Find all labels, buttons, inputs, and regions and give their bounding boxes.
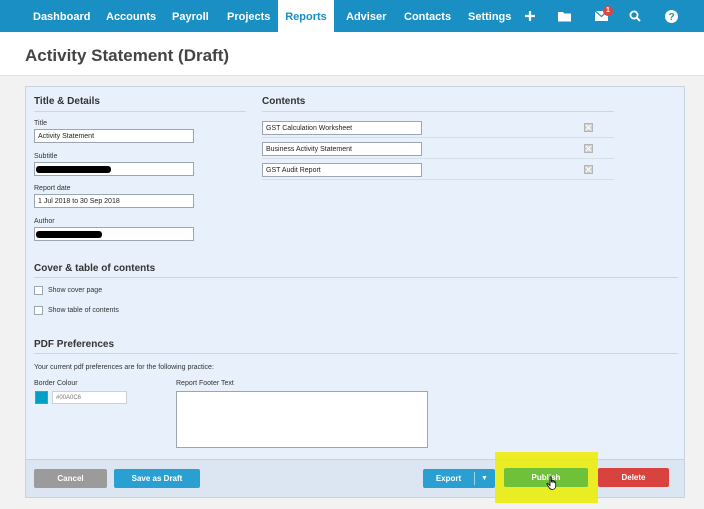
page-title: Activity Statement (Draft) [25, 46, 230, 65]
nav-dashboard[interactable]: Dashboard [33, 0, 90, 32]
border-colour-input[interactable]: #00A0C6 [52, 391, 127, 404]
contents-item: GST Audit Report [262, 160, 614, 180]
redaction-mark [36, 231, 102, 238]
contents-heading: Contents [262, 96, 306, 107]
contents-item-field[interactable]: Business Activity Statement [262, 142, 422, 156]
contents-item: GST Calculation Worksheet [262, 118, 614, 138]
report-date-input[interactable]: 1 Jul 2018 to 30 Sep 2018 [34, 194, 194, 208]
svg-text:?: ? [668, 12, 674, 23]
nav-settings[interactable]: Settings [468, 0, 511, 32]
title-input[interactable]: Activity Statement [34, 129, 194, 143]
cover-toc-heading: Cover & table of contents [34, 263, 156, 274]
nav-contacts[interactable]: Contacts [404, 0, 451, 32]
save-draft-button[interactable]: Save as Draft [114, 469, 200, 488]
hand-cursor-icon [546, 476, 558, 495]
top-navigation: Dashboard Accounts Payroll Projects Repo… [0, 0, 704, 32]
show-toc-checkbox[interactable] [34, 305, 43, 315]
remove-icon[interactable] [584, 123, 593, 132]
border-colour-swatch[interactable] [35, 391, 48, 404]
cancel-button[interactable]: Cancel [34, 469, 107, 488]
pdf-preferences-heading: PDF Preferences [34, 339, 115, 350]
report-footer-textarea[interactable] [176, 391, 428, 448]
nav-accounts[interactable]: Accounts [106, 0, 156, 32]
divider [34, 353, 678, 354]
search-icon[interactable] [623, 0, 647, 32]
footer-text-label: Report Footer Text [176, 380, 234, 387]
show-toc-label: Show table of contents [48, 306, 119, 314]
author-label: Author [34, 218, 55, 225]
report-date-label: Report date [34, 185, 71, 192]
show-cover-checkbox[interactable] [34, 285, 43, 295]
subtitle-label: Subtitle [34, 153, 58, 160]
show-cover-label: Show cover page [48, 286, 103, 294]
export-label: Export [435, 474, 462, 483]
help-icon[interactable]: ? [659, 0, 683, 32]
title-label: Title [34, 120, 47, 127]
plus-icon[interactable] [518, 0, 542, 32]
mail-badge: 1 [603, 6, 613, 16]
caret-down-icon[interactable]: ▼ [481, 469, 488, 488]
nav-adviser[interactable]: Adviser [346, 0, 386, 32]
page-header: Activity Statement (Draft) [0, 32, 704, 76]
show-cover-option[interactable]: Show cover page [34, 284, 102, 296]
show-toc-option[interactable]: Show table of contents [34, 304, 119, 316]
divider [262, 111, 614, 112]
title-details-heading: Title & Details [34, 96, 100, 107]
nav-payroll[interactable]: Payroll [172, 0, 209, 32]
divider [34, 277, 678, 278]
contents-item-field[interactable]: GST Calculation Worksheet [262, 121, 422, 135]
export-separator [474, 472, 475, 485]
divider [34, 111, 246, 112]
remove-icon[interactable] [584, 144, 593, 153]
delete-button[interactable]: Delete [598, 468, 669, 487]
redaction-mark [36, 166, 111, 173]
contents-item-field[interactable]: GST Audit Report [262, 163, 422, 177]
report-settings-panel: Title & Details Title Activity Statement… [25, 86, 685, 498]
mail-icon[interactable]: 1 [589, 0, 613, 32]
folder-icon[interactable] [553, 0, 577, 32]
nav-reports[interactable]: Reports [278, 0, 334, 32]
nav-projects[interactable]: Projects [227, 0, 270, 32]
pdf-preferences-note: Your current pdf preferences are for the… [34, 364, 214, 371]
contents-item: Business Activity Statement [262, 139, 614, 159]
remove-icon[interactable] [584, 165, 593, 174]
export-button[interactable]: Export ▼ [423, 469, 495, 488]
border-colour-label: Border Colour [34, 380, 78, 387]
